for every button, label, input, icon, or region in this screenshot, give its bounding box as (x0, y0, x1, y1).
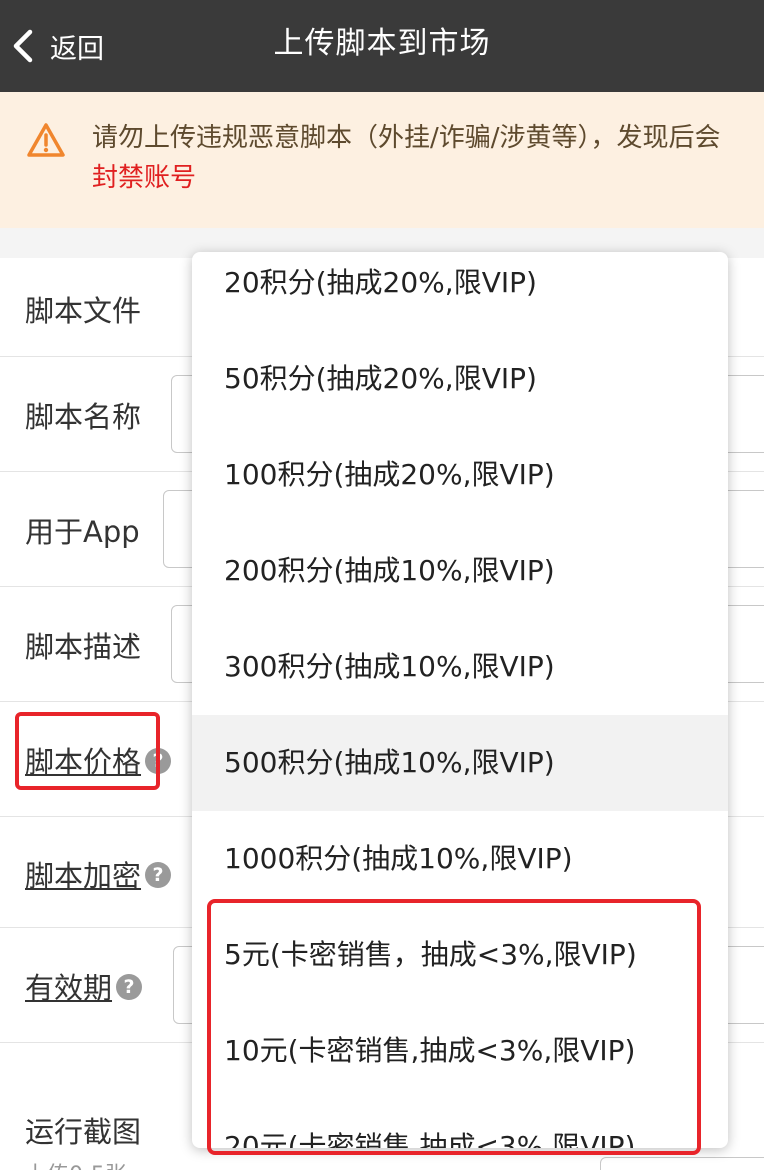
price-option[interactable]: 200积分(抽成10%,限VIP) (192, 523, 728, 619)
warning-triangle-icon (27, 123, 65, 157)
question-mark-icon[interactable]: ? (116, 974, 143, 1000)
row-label: 脚本文件 (25, 294, 142, 328)
warning-message: 请勿上传违规恶意脚本（外挂/诈骗/涉黄等），发现后会 (92, 123, 721, 153)
row-label: 脚本描述 (25, 630, 142, 664)
price-option[interactable]: 300积分(抽成10%,限VIP) (192, 619, 728, 715)
price-option[interactable]: 20积分(抽成20%,限VIP) (192, 252, 728, 331)
encryption-label[interactable]: 脚本加密? (25, 853, 172, 895)
row-label: 运行截图 (25, 1115, 142, 1149)
validity-label[interactable]: 有效期? (25, 965, 143, 1007)
warning-danger-text: 封禁账号 (92, 163, 197, 193)
price-label-highlight (15, 712, 160, 790)
row-label: 脚本加密 (25, 859, 142, 893)
upload-script-page: 返回 上传脚本到市场 请勿上传违规恶意脚本（外挂/诈骗/涉黄等），发现后会封禁账… (0, 0, 764, 1170)
row-label: 脚本名称 (25, 400, 142, 434)
question-mark-icon[interactable]: ? (145, 862, 172, 888)
row-sublabel: 上传0-5张 (25, 1157, 127, 1170)
page-title: 上传脚本到市场 (273, 26, 491, 61)
row-label: 用于App (25, 515, 140, 549)
screenshot-upload-box[interactable] (600, 1157, 764, 1170)
price-option-list: 20积分(抽成20%,限VIP) 50积分(抽成20%,限VIP) 100积分(抽成… (192, 252, 728, 1148)
price-option[interactable]: 50积分(抽成20%,限VIP) (192, 331, 728, 427)
warning-text: 请勿上传违规恶意脚本（外挂/诈骗/涉黄等），发现后会封禁账号 (92, 118, 732, 198)
warning-banner: 请勿上传违规恶意脚本（外挂/诈骗/涉黄等），发现后会封禁账号 (0, 92, 764, 228)
price-option[interactable]: 1000积分(抽成10%,限VIP) (192, 811, 728, 907)
top-nav-bar: 返回 上传脚本到市场 (0, 0, 764, 92)
price-option[interactable]: 100积分(抽成20%,限VIP) (192, 427, 728, 523)
row-label: 有效期 (25, 971, 113, 1005)
price-option[interactable]: 5元(卡密销售，抽成<3%,限VIP) (192, 907, 728, 1003)
price-option[interactable]: 10元(卡密销售,抽成<3%,限VIP) (192, 1003, 728, 1099)
price-dropdown-menu: 20积分(抽成20%,限VIP) 50积分(抽成20%,限VIP) 100积分(抽成… (192, 252, 728, 1148)
price-option[interactable]: 20元(卡密销售,抽成<3%,限VIP) (192, 1099, 728, 1148)
price-option[interactable]: 500积分(抽成10%,限VIP) (192, 715, 728, 811)
